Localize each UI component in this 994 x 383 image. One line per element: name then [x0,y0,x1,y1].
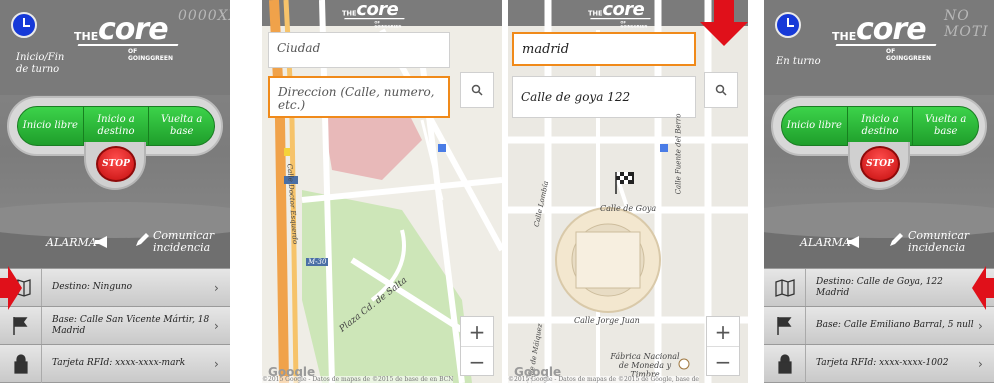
screen-1-home: 0000XXX THE core OF GOINGGREEN Inicio/Fi… [0,0,230,383]
core-logo: THE core OF GOINGGREEN [74,12,184,62]
rfid-row[interactable]: Tarjeta RFId: xxxx-xxxx-mark › [0,344,230,383]
rfid-icon [13,353,28,374]
address-input[interactable]: Calle de goya 122 [512,76,696,118]
zoom-control[interactable]: + − [460,316,494,376]
return-base-button[interactable]: Vuelta a base [913,107,978,145]
shift-status[interactable]: Inicio/Fin de turno [16,52,66,76]
search-icon [471,84,483,96]
stop-button[interactable]: STOP [96,146,136,182]
flag-icon [12,316,27,335]
destination-text: Destino: Ninguno [52,282,133,292]
city-input[interactable]: madrid [512,32,696,66]
highway-label: M-30 [306,258,329,266]
start-free-button[interactable]: Inicio libre [18,107,84,145]
map-attribution: ©2015 Google - Datos de mapas de ©2015 d… [508,376,699,383]
destination-row[interactable]: Destino: Ninguno › [0,268,230,307]
horn-icon [847,236,859,248]
pointer-arrow-icon [0,266,22,310]
street-label: Calle Jorge Juan [574,316,640,325]
map-attribution: ©2015 Google - Datos de mapas de ©2015 d… [262,376,454,383]
street-label: Calle Fuente del Berro [674,113,683,195]
poi-label: Fábrica Nacional de Moneda y Timbre [610,352,680,379]
chevron-right-icon: › [214,318,219,333]
screen-4-home: NO MOTI THE core OF GOINGGREEN En turno … [764,0,994,383]
city-input[interactable]: Ciudad [268,32,450,68]
base-text: Base: Calle San Vicente Mártir, 18 Madri… [52,314,210,336]
rfid-icon [777,353,792,374]
zoom-out-button[interactable]: − [707,347,739,377]
destination-text: Destino: Calle de Goya, 122 Madrid [816,276,943,298]
zoom-control[interactable]: + − [706,316,740,376]
shift-status[interactable]: En turno [776,56,821,68]
map-icon [774,278,795,297]
clock-icon[interactable] [775,12,801,38]
search-button[interactable] [704,72,738,108]
plate-number: NO MOTI [944,8,989,40]
zoom-out-button[interactable]: − [461,347,493,377]
chevron-right-icon: › [214,356,219,371]
address-input[interactable]: Direccion (Calle, numero, etc.) [268,76,450,118]
return-base-button[interactable]: Vuelta a base [149,107,214,145]
start-destination-button[interactable]: Inicio a destino [848,107,914,145]
rfid-text: Tarjeta RFId: xxxx-xxxx-1002 [816,358,949,368]
report-incident-button[interactable]: Comunicar incidencia [908,230,984,254]
search-button[interactable] [460,72,494,108]
pencil-icon [890,233,903,246]
start-destination-button[interactable]: Inicio a destino [84,107,150,145]
alarm-button[interactable]: ALARMA [800,236,851,249]
start-free-button[interactable]: Inicio libre [782,107,848,145]
horn-icon [95,236,107,248]
chevron-right-icon: › [978,318,983,333]
pointer-arrow-icon [700,0,748,46]
pointer-arrow-icon [972,266,994,310]
report-incident-button[interactable]: Comunicar incidencia [153,230,223,254]
flag-icon [776,316,791,335]
pencil-icon [136,233,149,246]
street-label: Calle de Goya [600,204,657,213]
base-text: Base: Calle Emiliano Barral, 5 null [816,320,974,330]
zoom-in-button[interactable]: + [461,317,493,347]
core-logo: THE core OF GOINGGREEN [588,0,654,29]
zoom-in-button[interactable]: + [707,317,739,347]
alarm-button[interactable]: ALARMA [46,236,97,249]
screen-2-map: THE core OF GOINGGREEN Ciudad Direccion … [262,0,502,383]
base-row[interactable]: Base: Calle Emiliano Barral, 5 null › [764,306,994,345]
search-icon [715,84,727,96]
stop-button[interactable]: STOP [860,146,900,182]
destination-row[interactable]: Destino: Calle de Goya, 122 Madrid › [764,268,994,307]
screen-3-map: THE core OF GOINGGREEN madrid Calle de g… [508,0,748,383]
rfid-text: Tarjeta RFId: xxxx-xxxx-mark [52,358,186,368]
chevron-right-icon: › [214,280,219,295]
rfid-row[interactable]: Tarjeta RFId: xxxx-xxxx-1002 › [764,344,994,383]
chevron-right-icon: › [978,356,983,371]
plate-number: 0000XXX [178,8,230,24]
core-logo: THE core OF GOINGGREEN [832,12,942,62]
clock-icon[interactable] [11,12,37,38]
core-logo: THE core OF GOINGGREEN [342,0,408,29]
base-row[interactable]: Base: Calle San Vicente Mártir, 18 Madri… [0,306,230,345]
